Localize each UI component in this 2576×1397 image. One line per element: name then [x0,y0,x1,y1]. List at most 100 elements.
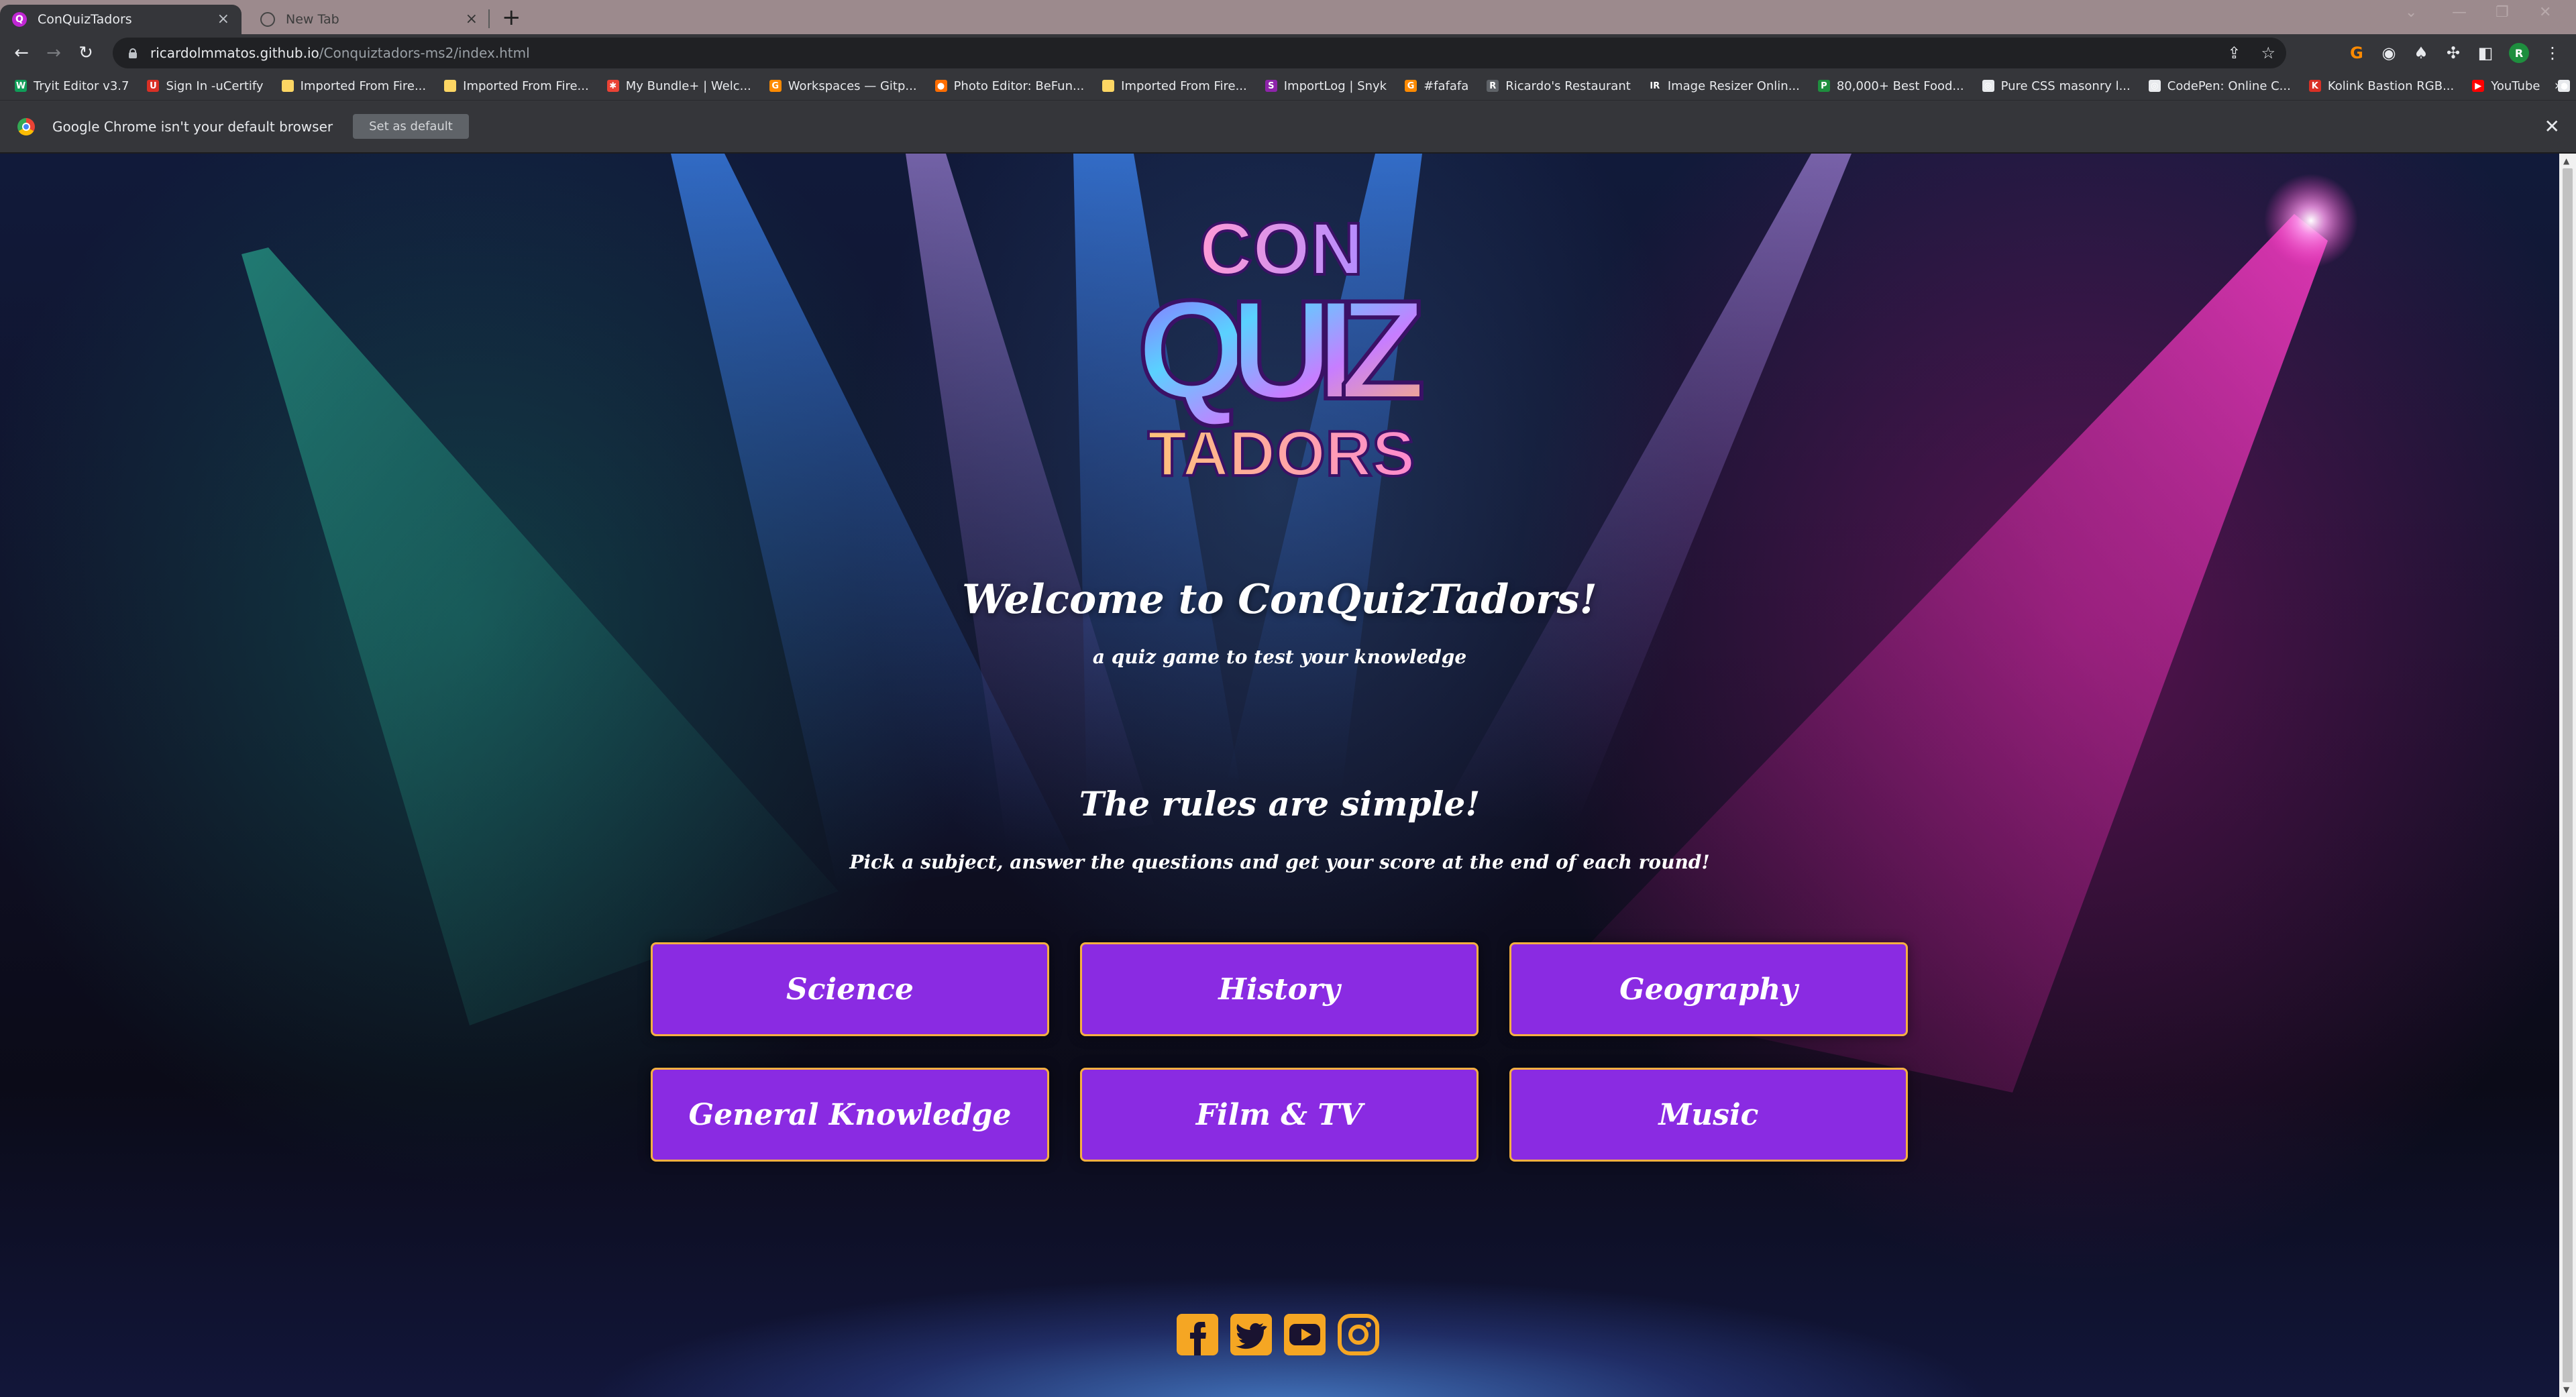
bookmark-label: Kolink Bastion RGB... [2327,78,2455,93]
tab-separator [488,9,490,28]
bookmark-item[interactable]: P 80,000+ Best Food... [1817,78,1964,93]
geography-button[interactable]: Geography [1509,942,1908,1036]
tab-close-icon[interactable]: × [217,12,229,27]
bookmark-item[interactable]: ◎ CodePen: Online C... [2148,78,2291,93]
puzzle-extensions-icon[interactable]: ✣ [2445,44,2462,62]
profile-avatar[interactable]: R [2509,43,2529,63]
reload-icon[interactable]: ↻ [70,43,102,63]
bookmark-favicon-icon: G [1405,80,1417,92]
bookmark-favicon-icon: U [147,80,160,92]
bookmark-label: Pure CSS masonry l... [2000,78,2131,93]
camera-extension-icon[interactable]: ◉ [2380,44,2398,62]
url-path: /Conquiztadors-ms2/index.html [319,45,530,61]
bookmark-favicon-icon: ● [934,80,947,92]
infobar-message: Google Chrome isn't your default browser [52,118,333,135]
scroll-up-icon[interactable]: ▲ [2563,156,2569,166]
bookmark-item[interactable]: Imported From Fire... [444,79,589,93]
bookmark-item[interactable]: ✱ My Bundle+ | Welc... [606,78,751,93]
logo-tadors: TADORS [1148,418,1415,490]
bookmark-item[interactable]: Imported From Fire... [281,79,426,93]
grammarly-extension-icon[interactable]: G [2348,44,2365,62]
bookmark-label: Sign In -uCertify [166,78,264,93]
bookmark-item[interactable]: R Ricardo's Restaurant [1487,79,1631,93]
music-button[interactable]: Music [1509,1068,1908,1162]
bookmark-item[interactable]: G Workspaces — Gitp... [769,79,917,93]
extension-icon[interactable]: ♠ [2412,44,2430,62]
infobar-close-icon[interactable]: ✕ [2544,115,2560,137]
bookmark-item[interactable]: S ImportLog | Snyk [1265,79,1387,93]
bookmark-item[interactable]: W Tryit Editor v3.7 [15,79,129,93]
bookmark-label: Tryit Editor v3.7 [34,78,129,93]
set-as-default-button[interactable]: Set as default [353,114,469,139]
browser-toolbar: ← → ↻ ricardolmmatos.github.io/Conquizta… [0,34,2576,72]
film-tv-button[interactable]: Film & TV [1080,1068,1479,1162]
page-scrollbar[interactable]: ▲ ▼ [2559,154,2576,1397]
extensions-area: G ◉ ♠ ✣ ◧ R ⋮ [2348,34,2561,72]
bookmark-item[interactable]: ◎ Pure CSS masonry l... [1982,79,2131,93]
close-window-icon[interactable]: ✕ [2539,4,2551,21]
bookmark-label: 80,000+ Best Food... [1836,78,1964,93]
share-icon[interactable]: ⇪ [2227,44,2241,62]
omnibox-actions: ⇪ ☆ [2227,38,2275,68]
back-icon[interactable]: ← [5,43,38,63]
bookmark-label: Photo Editor: BeFun... [953,78,1085,93]
side-panel-icon[interactable]: ◧ [2477,44,2494,62]
science-button[interactable]: Science [651,942,1049,1036]
maximize-icon[interactable]: ❐ [2496,4,2509,21]
scroll-thumb[interactable] [2563,168,2573,1382]
bookmark-label: My Bundle+ | Welc... [625,78,751,93]
tab-search-icon[interactable]: ⌄ [2405,4,2417,21]
minimize-icon[interactable]: — [2452,4,2467,21]
bookmarks-bar: W Tryit Editor v3.7 U Sign In -uCertify Impo… [0,72,2576,100]
forward-icon[interactable]: → [38,43,70,63]
bookmark-label: CodePen: Online C... [2167,78,2291,93]
url-host: ricardolmmatos.github.io [150,45,319,61]
bookmark-favicon-icon: ▶ [2472,80,2485,92]
bookmarks-overflow-icon[interactable]: » [2555,77,2563,93]
welcome-subtitle: a quiz game to test your knowledge [1092,646,1467,668]
tab-conquiztadors[interactable]: Q ConQuizTadors × [0,5,241,34]
bookmark-label: YouTube [2491,78,2540,93]
bookmark-item[interactable]: Imported From Fire... [1102,79,1247,93]
bookmark-favicon-icon: P [1817,80,1830,92]
quiz-home-page: CON QUIZ TADORS Welcome to ConQuizTadors… [0,154,2559,1397]
bookmark-favicon-icon: ◎ [2148,80,2161,92]
instagram-icon[interactable] [1336,1312,1381,1357]
new-tab-favicon-icon [260,12,275,27]
social-links [1175,1312,1390,1359]
tab-new-tab[interactable]: New Tab × [248,5,490,34]
bookmark-item[interactable]: U Sign In -uCertify [147,78,264,93]
tab-close-icon[interactable]: × [466,12,478,27]
site-favicon-icon: Q [12,12,27,27]
bookmark-item[interactable]: K Kolink Bastion RGB... [2308,78,2455,93]
menu-kebab-icon[interactable]: ⋮ [2544,44,2561,62]
lavender-beam-right [1442,154,1851,824]
twitter-icon[interactable] [1229,1312,1273,1357]
logo-quiz: QUIZ [1137,271,1426,429]
history-button[interactable]: History [1080,942,1479,1036]
rules-text: Pick a subject, answer the questions and… [849,851,1710,873]
new-tab-button[interactable]: + [502,5,521,30]
lock-icon[interactable] [129,48,137,58]
bookmark-item[interactable]: IR Image Resizer Onlin... [1648,79,1800,93]
bookmark-label: Imported From Fire... [463,78,589,93]
rules-title: The rules are simple! [1079,784,1481,824]
general-knowledge-button[interactable]: General Knowledge [651,1068,1049,1162]
youtube-icon[interactable] [1283,1312,1327,1357]
bookmark-favicon-icon [1102,80,1115,92]
tab-title: New Tab [286,12,339,27]
welcome-title: Welcome to ConQuizTadors! [962,576,1597,623]
bookmark-label: Ricardo's Restaurant [1505,78,1631,93]
facebook-icon[interactable] [1175,1312,1220,1357]
scroll-down-icon[interactable]: ▼ [2563,1385,2569,1394]
bookmark-favicon-icon: G [769,80,782,92]
bookmark-item[interactable]: G #fafafa [1405,79,1468,93]
bookmark-favicon-icon: ◎ [1982,80,1994,92]
bookmark-star-icon[interactable]: ☆ [2261,44,2275,62]
conquiztadors-logo: CON QUIZ TADORS [1135,207,1428,491]
bookmark-item[interactable]: ● Photo Editor: BeFun... [934,78,1085,93]
address-bar[interactable]: ricardolmmatos.github.io/Conquiztadors-m… [113,38,2286,68]
bookmark-item[interactable]: ▶ YouTube [2472,79,2540,93]
tab-title: ConQuizTadors [38,12,132,27]
default-browser-infobar: Google Chrome isn't your default browser… [0,100,2576,154]
